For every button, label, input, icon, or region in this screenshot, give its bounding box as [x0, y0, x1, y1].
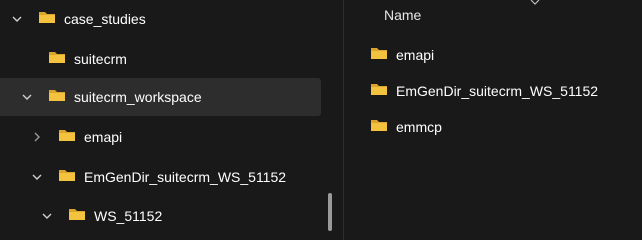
- chevron-down-icon[interactable]: [10, 12, 24, 26]
- file-row-emgendir[interactable]: EmGenDir_suitecrm_WS_51152: [344, 76, 642, 104]
- folder-icon: [39, 12, 55, 23]
- content-pane: Name emapi EmGenDir_suitecrm_WS_51152 em…: [344, 0, 642, 240]
- folder-icon: [49, 52, 65, 63]
- file-name: emmcp: [396, 119, 442, 135]
- chevron-down-icon[interactable]: [40, 209, 54, 223]
- folder-icon: [49, 90, 65, 101]
- tree-item-label: case_studies: [64, 11, 146, 27]
- file-row-emmcp[interactable]: emmcp: [344, 112, 642, 140]
- folder-icon: [371, 48, 387, 59]
- tree-item-emgendir[interactable]: EmGenDir_suitecrm_WS_51152: [0, 158, 321, 196]
- folder-icon: [59, 170, 75, 181]
- folder-icon: [371, 84, 387, 95]
- file-name: EmGenDir_suitecrm_WS_51152: [396, 83, 599, 99]
- nav-scrollbar-thumb[interactable]: [328, 193, 332, 231]
- folder-icon: [69, 209, 85, 220]
- file-name: emapi: [396, 47, 435, 63]
- tree-item-ws-51152[interactable]: WS_51152: [0, 197, 321, 235]
- folder-icon: [59, 130, 75, 141]
- file-row-emapi[interactable]: emapi: [344, 40, 642, 68]
- folder-icon: [371, 120, 387, 131]
- navigation-pane: case_studies suitecrm suitecrm_workspace…: [0, 0, 340, 240]
- tree-item-label: EmGenDir_suitecrm_WS_51152: [84, 169, 287, 185]
- sort-ascending-icon: [530, 0, 540, 5]
- chevron-down-icon[interactable]: [30, 170, 44, 184]
- tree-item-suitecrm[interactable]: suitecrm: [0, 40, 321, 78]
- chevron-right-icon[interactable]: [30, 130, 44, 144]
- tree-item-suitecrm-workspace[interactable]: suitecrm_workspace: [0, 78, 321, 116]
- tree-item-label: emapi: [84, 129, 123, 145]
- chevron-down-icon[interactable]: [20, 90, 34, 104]
- tree-item-label: suitecrm_workspace: [74, 89, 202, 105]
- column-header-name[interactable]: Name: [384, 7, 421, 23]
- tree-item-label: suitecrm: [74, 51, 127, 67]
- tree-item-emapi[interactable]: emapi: [0, 118, 321, 156]
- tree-item-case-studies[interactable]: case_studies: [0, 0, 321, 38]
- tree-item-label: WS_51152: [94, 208, 163, 224]
